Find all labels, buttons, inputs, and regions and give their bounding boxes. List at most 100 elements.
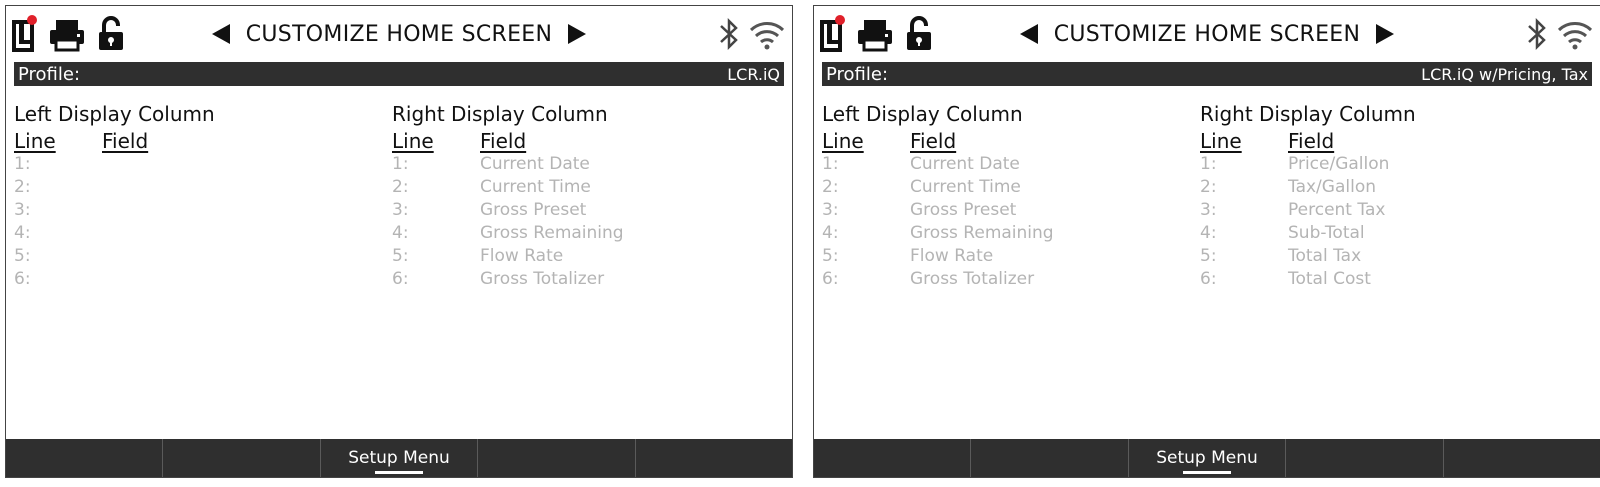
list-item[interactable]: 1: Current Date xyxy=(822,153,1054,176)
field-header: Field xyxy=(480,129,527,153)
softkey-1[interactable] xyxy=(6,439,164,477)
line-number: 3: xyxy=(1200,200,1217,220)
setup-menu-button[interactable]: Setup Menu xyxy=(1129,439,1287,477)
list-item[interactable]: 6: Total Cost xyxy=(1200,268,1416,291)
screen-title: CUSTOMIZE HOME SCREEN xyxy=(245,21,553,47)
line-number: 5: xyxy=(1200,246,1217,266)
next-screen-arrow-icon[interactable] xyxy=(1376,24,1395,44)
right-display-column: Right Display Column Line Field 1: Curren… xyxy=(392,102,624,291)
wifi-icon xyxy=(748,14,786,54)
list-item[interactable]: 3: Percent Tax xyxy=(1200,199,1416,222)
line-number: 1: xyxy=(1200,154,1217,174)
unlock-icon[interactable] xyxy=(904,14,934,54)
list-item[interactable]: 6: Gross Totalizer xyxy=(392,268,624,291)
list-item[interactable]: 1: xyxy=(14,153,215,176)
status-bar: CUSTOMIZE HOME SCREEN xyxy=(814,6,1600,61)
field-value: Gross Totalizer xyxy=(480,269,605,289)
list-item[interactable]: 4: Gross Remaining xyxy=(822,222,1054,245)
screen-title: CUSTOMIZE HOME SCREEN xyxy=(1053,21,1361,47)
softkey-4[interactable] xyxy=(1286,439,1444,477)
list-item[interactable]: 6: xyxy=(14,268,215,291)
line-number: 4: xyxy=(822,223,839,243)
status-bar: CUSTOMIZE HOME SCREEN xyxy=(6,6,792,61)
setup-menu-button[interactable]: Setup Menu xyxy=(321,439,479,477)
field-value: Current Date xyxy=(910,154,1020,174)
list-item[interactable]: 3: Gross Preset xyxy=(392,199,624,222)
softkey-2[interactable] xyxy=(163,439,321,477)
softkey-label: Setup Menu xyxy=(348,448,450,468)
line-number: 2: xyxy=(392,177,409,197)
left-display-column: Left Display Column Line Field 1: Current… xyxy=(822,102,1054,291)
line-number: 2: xyxy=(1200,177,1217,197)
line-number: 3: xyxy=(822,200,839,220)
list-item[interactable]: 5: Flow Rate xyxy=(392,245,624,268)
printer-icon[interactable] xyxy=(46,14,88,54)
softkey-4[interactable] xyxy=(478,439,636,477)
softkey-1[interactable] xyxy=(814,439,972,477)
field-header: Field xyxy=(102,129,149,153)
lc-logo-icon xyxy=(818,14,846,54)
line-number: 6: xyxy=(14,269,31,289)
bluetooth-icon xyxy=(1524,14,1550,54)
prev-screen-arrow-icon[interactable] xyxy=(1019,24,1038,44)
left-column-title: Left Display Column xyxy=(14,102,215,126)
line-header: Line xyxy=(392,129,434,153)
title-nav: CUSTOMIZE HOME SCREEN xyxy=(156,16,642,52)
next-screen-arrow-icon[interactable] xyxy=(568,24,587,44)
line-number: 5: xyxy=(14,246,31,266)
line-number: 6: xyxy=(822,269,839,289)
softkey-5[interactable] xyxy=(1444,439,1600,477)
softkey-5[interactable] xyxy=(636,439,792,477)
line-number: 4: xyxy=(392,223,409,243)
list-item[interactable]: 4: xyxy=(14,222,215,245)
field-value: Gross Preset xyxy=(480,200,587,220)
line-number: 3: xyxy=(392,200,409,220)
list-item[interactable]: 4: Sub-Total xyxy=(1200,222,1416,245)
list-item[interactable]: 5: Total Tax xyxy=(1200,245,1416,268)
line-header: Line xyxy=(822,129,864,153)
profile-value[interactable]: LCR.iQ xyxy=(727,65,780,84)
printer-icon[interactable] xyxy=(854,14,896,54)
wifi-icon xyxy=(1556,14,1594,54)
softkey-2[interactable] xyxy=(971,439,1129,477)
bluetooth-icon xyxy=(716,14,742,54)
list-item[interactable]: 3: xyxy=(14,199,215,222)
right-display-column: Right Display Column Line Field 1: Price/… xyxy=(1200,102,1416,291)
prev-screen-arrow-icon[interactable] xyxy=(211,24,230,44)
lc-logo-icon xyxy=(10,14,38,54)
left-column-header: Line Field xyxy=(822,129,1054,153)
list-item[interactable]: 3: Gross Preset xyxy=(822,199,1054,222)
field-value: Gross Preset xyxy=(910,200,1017,220)
line-number: 3: xyxy=(14,200,31,220)
line-number: 5: xyxy=(392,246,409,266)
line-number: 6: xyxy=(1200,269,1217,289)
field-value: Current Time xyxy=(480,177,591,197)
line-number: 5: xyxy=(822,246,839,266)
field-value: Tax/Gallon xyxy=(1288,177,1376,197)
profile-bar: Profile: LCR.iQ w/Pricing, Tax xyxy=(822,62,1592,86)
list-item[interactable]: 2: Current Time xyxy=(392,176,624,199)
line-number: 4: xyxy=(14,223,31,243)
list-item[interactable]: 2: Tax/Gallon xyxy=(1200,176,1416,199)
list-item[interactable]: 5: Flow Rate xyxy=(822,245,1054,268)
title-nav: CUSTOMIZE HOME SCREEN xyxy=(964,16,1450,52)
list-item[interactable]: 1: Price/Gallon xyxy=(1200,153,1416,176)
list-item[interactable]: 6: Gross Totalizer xyxy=(822,268,1054,291)
unlock-icon[interactable] xyxy=(96,14,126,54)
field-value: Total Tax xyxy=(1288,246,1362,266)
profile-value[interactable]: LCR.iQ w/Pricing, Tax xyxy=(1421,65,1588,84)
field-value: Gross Remaining xyxy=(480,223,624,243)
field-value: Current Date xyxy=(480,154,590,174)
right-column-title: Right Display Column xyxy=(1200,102,1416,126)
list-item[interactable]: 2: xyxy=(14,176,215,199)
list-item[interactable]: 2: Current Time xyxy=(822,176,1054,199)
softkey-bar: Setup Menu xyxy=(814,439,1600,477)
list-item[interactable]: 5: xyxy=(14,245,215,268)
profile-bar: Profile: LCR.iQ xyxy=(14,62,784,86)
line-number: 1: xyxy=(822,154,839,174)
right-column-header: Line Field xyxy=(392,129,624,153)
field-value: Percent Tax xyxy=(1288,200,1386,220)
list-item[interactable]: 4: Gross Remaining xyxy=(392,222,624,245)
list-item[interactable]: 1: Current Date xyxy=(392,153,624,176)
right-column-title: Right Display Column xyxy=(392,102,608,126)
